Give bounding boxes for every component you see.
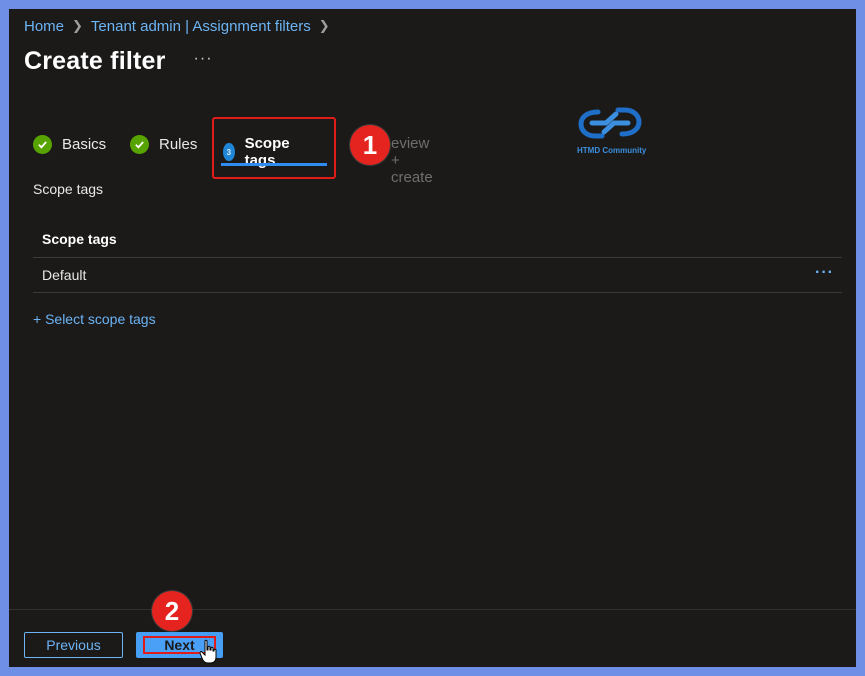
create-filter-blade: Home ❯ Tenant admin | Assignment filters… (9, 9, 856, 667)
breadcrumb-assignment-filters[interactable]: Tenant admin | Assignment filters (91, 18, 311, 35)
previous-button[interactable]: Previous (24, 632, 123, 658)
more-options-icon[interactable]: ··· (194, 50, 213, 68)
column-header-scope-tags: Scope tags (33, 222, 842, 258)
hand-cursor-icon (199, 639, 217, 664)
row-more-options-icon[interactable]: ··· (815, 258, 834, 288)
tab-rules[interactable]: Rules (130, 135, 197, 154)
annotation-highlight-box (212, 117, 336, 179)
table-row[interactable]: Default ··· (33, 258, 842, 293)
checkmark-icon (130, 135, 149, 154)
scope-tag-name: Default (42, 267, 87, 283)
htmd-community-logo: HTMD Community (577, 106, 647, 156)
chevron-right-icon: ❯ (72, 18, 83, 33)
page-title: Create filter (24, 47, 166, 75)
footer-divider (9, 609, 856, 610)
chevron-right-icon: ❯ (318, 18, 330, 33)
checkmark-icon (33, 135, 52, 154)
chain-link-logo-icon (578, 107, 642, 139)
scope-tags-table: Scope tags Default ··· (33, 222, 842, 293)
annotation-badge-1: 1 (350, 125, 390, 165)
tab-basics[interactable]: Basics (33, 135, 106, 154)
title-row: Create filter ··· (24, 47, 213, 76)
logo-text: HTMD Community (577, 146, 647, 155)
tab-rules-label: Rules (159, 136, 198, 153)
tab-basics-label: Basics (62, 136, 107, 153)
tab-review-create[interactable]: eview + create (391, 135, 433, 186)
breadcrumb: Home ❯ Tenant admin | Assignment filters… (24, 16, 330, 36)
section-label: Scope tags (33, 181, 104, 197)
annotation-badge-2: 2 (152, 591, 192, 631)
breadcrumb-home[interactable]: Home (24, 18, 64, 35)
select-scope-tags-link[interactable]: + Select scope tags (33, 311, 156, 327)
tab-review-create-label: eview + create (391, 135, 433, 186)
